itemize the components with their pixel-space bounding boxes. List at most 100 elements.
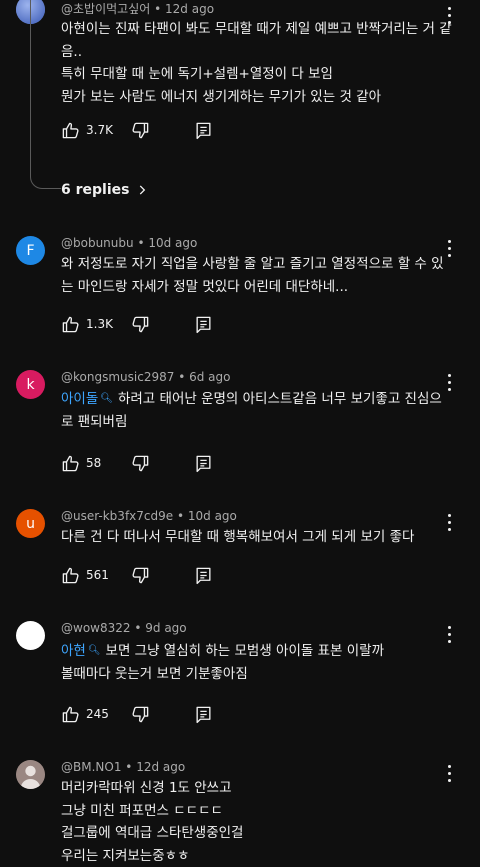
meta-separator: • [137,236,144,250]
comment-line: 뭔가 보는 사람도 에너지 생기게하는 무기가 있는 것 같아 [61,86,453,109]
thumbs-down-icon [131,454,150,473]
like-count: 561 [86,568,109,582]
reply-button[interactable] [194,703,213,725]
meta-separator: • [154,2,161,16]
comment: @BM.NO1 • 12d ago 머리카락따위 신경 1도 안쓰고 그냥 미친… [0,760,480,864]
reply-button[interactable] [194,119,213,141]
comment-line: 다른 건 다 떠나서 무대할 때 행복해보여서 그게 되게 보기 좋다 [61,526,453,549]
comment-line: 음.. [61,41,453,64]
comment-actions: 1.3K [61,313,241,335]
comment-line: 그냥 미친 퍼포먼스 ㄷㄷㄷㄷ [61,800,453,823]
comment-line-text: 하려고 태어난 운명의 아티스트같음 너무 보기좋고 진심으 [118,391,442,407]
avatar[interactable]: u [16,509,45,538]
replies-label: 6 replies [61,182,129,198]
reply-button[interactable] [194,313,213,335]
comment: @wow8322 • 9d ago 아현🔍︎ 보면 그냥 열심히 하는 모범생 아… [0,621,480,731]
comment-author[interactable]: @user-kb3fx7cd9e [61,509,173,523]
comment-line: 머리카락따위 신경 1도 안쓰고 [61,777,453,800]
like-button[interactable]: 1.3K [61,313,113,335]
comment-author[interactable]: @BM.NO1 [61,760,121,774]
comment-time: 10d ago [148,236,197,250]
thumbs-up-icon [61,315,80,334]
like-count: 1.3K [86,317,113,331]
comment-meta: @user-kb3fx7cd9e • 10d ago [61,509,237,523]
comment: @초밥이먹고싶어 • 12d ago 아현이는 진짜 타팬이 봐도 무대할 때가… [0,0,480,205]
comment-line: 볼때마다 웃는거 보면 기분좋아짐 [61,663,453,686]
like-button[interactable]: 245 [61,703,109,725]
replies-toggle[interactable]: 6 replies [61,180,149,200]
reply-button[interactable] [194,452,213,474]
comment-text: 머리카락따위 신경 1도 안쓰고 그냥 미친 퍼포먼스 ㄷㄷㄷㄷ 걸그룹에 역대… [61,777,453,867]
comment-meta: @bobunubu • 10d ago [61,236,197,250]
comment-actions: 561 [61,564,241,586]
thumbs-up-icon [61,454,80,473]
meta-separator: • [178,370,185,384]
comment-author[interactable]: @초밥이먹고싶어 [61,2,150,16]
avatar[interactable]: F [16,236,45,265]
comment-time: 12d ago [165,2,214,16]
thumbs-down-icon [131,121,150,140]
like-button[interactable]: 561 [61,564,109,586]
comment-line: 로 팬되버림 [61,411,453,434]
comment-line: 걸그룹에 역대급 스타탄생중인걸 [61,822,453,845]
meta-separator: • [177,509,184,523]
like-button[interactable]: 3.7K [61,119,113,141]
avatar-image [16,760,45,789]
avatar[interactable] [16,621,45,650]
comment-line: 아이돌🔍︎ 하려고 태어난 운명의 아티스트같음 너무 보기좋고 진심으 [61,388,453,411]
comment-author[interactable]: @kongsmusic2987 [61,370,174,384]
dislike-button[interactable] [131,119,150,141]
thumbs-down-icon [131,705,150,724]
like-count: 245 [86,707,109,721]
comment-text: 아현이는 진짜 타팬이 봐도 무대할 때가 제일 예쁘고 반짝거리는 거 같 음… [61,18,453,108]
avatar[interactable] [16,760,45,789]
comment-actions: 3.7K [61,119,241,141]
reply-icon [194,454,213,473]
comment-text: 아현🔍︎ 보면 그냥 열심히 하는 모범생 아이돌 표본 이랄까 볼때마다 웃는거… [61,640,453,685]
dislike-button[interactable] [131,703,150,725]
comment: k @kongsmusic2987 • 6d ago 아이돌🔍︎ 하려고 태어난 … [0,370,480,480]
dislike-button[interactable] [131,564,150,586]
comment-meta: @wow8322 • 9d ago [61,621,187,635]
comment-author[interactable]: @bobunubu [61,236,134,250]
search-icon: 🔍︎ [88,645,101,656]
mention-link[interactable]: 아현 [61,643,86,659]
reply-icon [194,121,213,140]
mention-link[interactable]: 아이돌 [61,391,98,407]
avatar[interactable]: k [16,370,45,399]
thumbs-down-icon [131,566,150,585]
avatar-letter: k [26,377,34,393]
thumbs-down-icon [131,315,150,334]
comment-meta: @BM.NO1 • 12d ago [61,760,185,774]
comment-actions: 245 [61,703,241,725]
thumbs-up-icon [61,566,80,585]
comment-meta: @초밥이먹고싶어 • 12d ago [61,0,214,17]
comment-author[interactable]: @wow8322 [61,621,131,635]
comment: u @user-kb3fx7cd9e • 10d ago 다른 건 다 떠나서 … [0,509,480,599]
comment-meta: @kongsmusic2987 • 6d ago [61,370,230,384]
comment-line-text: 보면 그냥 열심히 하는 모범생 아이돌 표본 이랄까 [106,643,384,659]
dislike-button[interactable] [131,313,150,335]
meta-separator: • [125,760,132,774]
chevron-right-icon [135,183,149,197]
thumbs-up-icon [61,705,80,724]
search-icon: 🔍︎ [100,393,113,404]
meta-separator: • [134,621,141,635]
comment-text: 아이돌🔍︎ 하려고 태어난 운명의 아티스트같음 너무 보기좋고 진심으 로 팬되… [61,388,453,433]
avatar-letter: F [26,243,34,259]
like-count: 58 [86,456,101,470]
comment-text: 다른 건 다 떠나서 무대할 때 행복해보여서 그게 되게 보기 좋다 [61,526,453,549]
comment-line: 아현이는 진짜 타팬이 봐도 무대할 때가 제일 예쁘고 반짝거리는 거 같 [61,18,453,41]
comment-line: 특히 무대할 때 눈에 독기+설렘+열정이 다 보임 [61,63,453,86]
reply-button[interactable] [194,564,213,586]
comment-time: 6d ago [189,370,230,384]
comment-time: 10d ago [188,509,237,523]
comment-line: 아현🔍︎ 보면 그냥 열심히 하는 모범생 아이돌 표본 이랄까 [61,640,453,663]
like-button[interactable]: 58 [61,452,101,474]
comment-actions: 58 [61,452,241,474]
comment-line: 와 저정도로 자기 직업을 사랑할 줄 알고 즐기고 열정적으로 할 수 있 [61,253,453,276]
comment-line: 는 마인드랑 자세가 정말 멋있다 어린데 대단하네... [61,276,453,299]
avatar-letter: u [26,516,35,532]
reply-icon [194,705,213,724]
dislike-button[interactable] [131,452,150,474]
